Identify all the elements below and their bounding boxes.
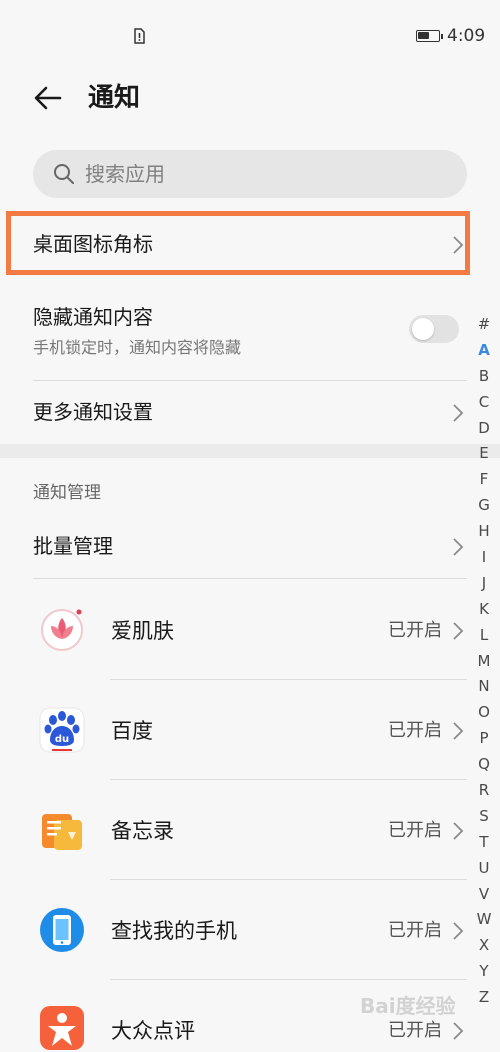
divider: [110, 879, 467, 880]
index-letter[interactable]: I: [474, 545, 494, 571]
batch-manage-label: 批量管理: [33, 534, 113, 558]
hide-content-title: 隐藏通知内容: [33, 305, 153, 329]
app-name: 备忘录: [111, 819, 174, 843]
app-name: 大众点评: [111, 1019, 195, 1043]
index-letter[interactable]: O: [474, 700, 494, 726]
find-phone-icon: [40, 908, 84, 952]
app-name: 爱肌肤: [111, 619, 174, 643]
chevron-right-icon: [453, 622, 464, 640]
divider: [110, 979, 467, 980]
index-letter[interactable]: K: [474, 597, 494, 623]
aijifu-lotus-icon: [41, 609, 83, 651]
chevron-right-icon: [453, 1022, 464, 1040]
divider: [110, 679, 467, 680]
highlight-frame: [6, 211, 470, 275]
index-letter[interactable]: D: [474, 416, 494, 442]
index-letter[interactable]: V: [474, 882, 494, 908]
index-letter[interactable]: F: [474, 467, 494, 493]
chevron-right-icon: [453, 722, 464, 740]
index-letter[interactable]: G: [474, 493, 494, 519]
app-status: 已开启: [388, 720, 442, 741]
index-letter[interactable]: X: [474, 933, 494, 959]
sim-alert-icon: [134, 28, 145, 44]
baidu-paw-icon: du: [39, 707, 85, 753]
more-settings-row[interactable]: 更多通知设置: [0, 385, 470, 441]
batch-manage-row[interactable]: 批量管理: [0, 518, 470, 576]
app-row[interactable]: du 百度 已开启: [0, 682, 470, 778]
chevron-right-icon: [453, 404, 464, 422]
index-letter[interactable]: P: [474, 726, 494, 752]
status-bar: 4:09: [0, 0, 500, 70]
app-row[interactable]: 备忘录 已开启: [0, 782, 470, 878]
app-status: 已开启: [388, 1020, 442, 1041]
index-letter[interactable]: C: [474, 390, 494, 416]
divider: [33, 578, 467, 579]
search-input[interactable]: 搜索应用: [33, 150, 467, 198]
battery-icon: [416, 30, 443, 42]
status-time: 4:09: [447, 26, 486, 46]
index-letter[interactable]: H: [474, 519, 494, 545]
hide-content-toggle[interactable]: [409, 315, 459, 343]
index-letter[interactable]: J: [474, 571, 494, 597]
chevron-right-icon: [453, 822, 464, 840]
back-arrow-icon[interactable]: [30, 80, 66, 116]
index-letter[interactable]: Y: [474, 959, 494, 985]
index-letter[interactable]: E: [474, 441, 494, 467]
index-letter[interactable]: S: [474, 804, 494, 830]
index-letter[interactable]: #: [474, 312, 494, 338]
memo-icon: [42, 814, 82, 850]
alphabet-index-bar[interactable]: # A B C D E F G H I J K L M N O P Q R S T U V W X Y Z: [474, 312, 494, 1011]
index-letter[interactable]: U: [474, 856, 494, 882]
index-letter[interactable]: R: [474, 778, 494, 804]
app-status: 已开启: [388, 620, 442, 641]
hide-content-subtitle: 手机锁定时，通知内容将隐藏: [33, 338, 242, 357]
app-name: 百度: [111, 719, 153, 743]
divider: [33, 380, 467, 381]
app-status: 已开启: [388, 820, 442, 841]
chevron-right-icon: [453, 538, 464, 556]
svg-text:du: du: [55, 734, 69, 745]
app-row[interactable]: 爱肌肤 已开启: [0, 582, 470, 678]
section-separator: [0, 444, 500, 458]
app-name: 查找我的手机: [111, 919, 237, 943]
page-title: 通知: [88, 83, 141, 113]
toggle-knob: [412, 318, 434, 340]
search-placeholder: 搜索应用: [85, 162, 165, 186]
index-letter[interactable]: Q: [474, 752, 494, 778]
section-title: 通知管理: [33, 483, 101, 503]
index-letter[interactable]: Z: [474, 985, 494, 1011]
more-settings-label: 更多通知设置: [33, 400, 153, 424]
index-letter[interactable]: T: [474, 830, 494, 856]
dianping-icon: [40, 1006, 84, 1050]
hide-content-row[interactable]: 隐藏通知内容 手机锁定时，通知内容将隐藏: [0, 294, 470, 374]
watermark: Bai度经验: [360, 994, 456, 1018]
battery-level: [418, 32, 429, 39]
chevron-right-icon: [453, 922, 464, 940]
index-letter[interactable]: B: [474, 364, 494, 390]
index-letter[interactable]: M: [474, 649, 494, 675]
search-icon: [54, 164, 74, 184]
app-row[interactable]: 查找我的手机 已开启: [0, 882, 470, 978]
index-letter[interactable]: L: [474, 623, 494, 649]
app-status: 已开启: [388, 920, 442, 941]
index-letter[interactable]: A: [474, 338, 494, 364]
index-letter[interactable]: N: [474, 674, 494, 700]
index-letter[interactable]: W: [474, 907, 494, 933]
divider: [110, 779, 467, 780]
